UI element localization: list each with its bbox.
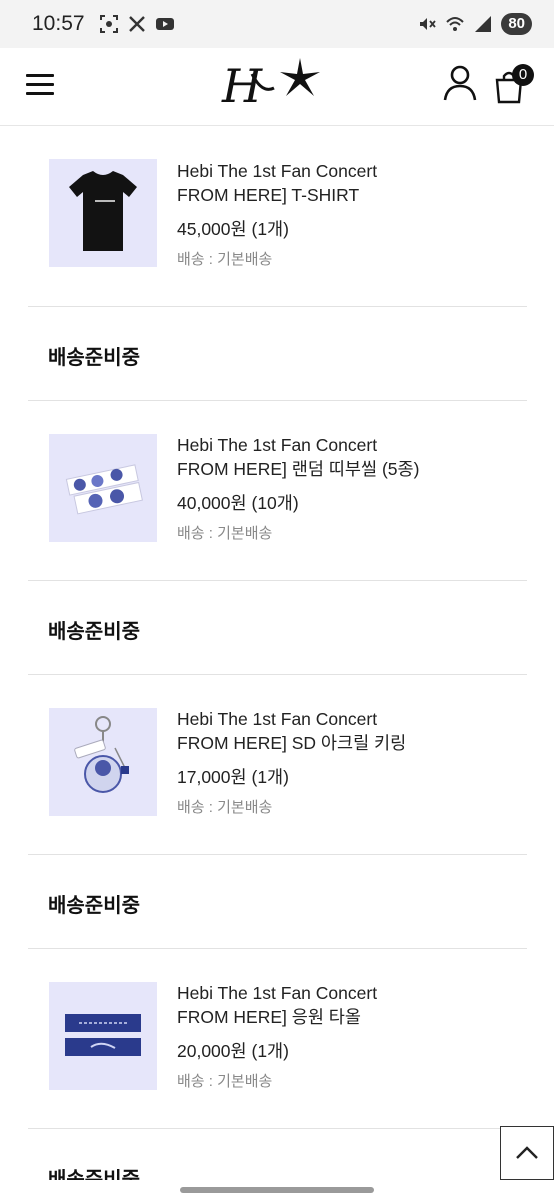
order-status-label: 배송준비중 [48,347,140,369]
chevron-up-icon [516,1146,538,1159]
product-price: 40,000원 (10개) [177,493,299,513]
product-title[interactable]: Hebi The 1st Fan Concert FROM HERE] 응원 타… [177,981,517,1029]
cart-button[interactable]: 0 [494,64,534,104]
product-price: 20,000원 (1개) [177,1041,289,1061]
order-status-label: 배송준비중 [48,895,140,917]
divider [28,854,527,855]
menu-icon-bar [26,74,54,77]
menu-icon-bar [26,92,54,95]
product-title[interactable]: Hebi The 1st Fan Concert FROM HERE] 랜덤 띠… [177,433,517,481]
divider [28,1128,527,1129]
towel-image [65,1014,141,1056]
divider [28,674,527,675]
wifi-icon [446,17,465,31]
battery-level: 80 [501,13,532,35]
product-title[interactable]: Hebi The 1st Fan Concert FROM HERE] SD 아… [177,707,517,755]
divider [28,306,527,307]
divider [28,400,527,401]
system-nav-bar [0,1180,554,1200]
home-gesture-handle[interactable] [180,1187,374,1193]
status-bar: 10:57 80 [0,0,554,48]
product-title-line2: FROM HERE] SD 아크릴 키링 [177,733,407,753]
shipping-method: 배송 : 기본배송 [177,525,273,542]
x-icon [128,16,145,32]
product-title-line1: Hebi The 1st Fan Concert [177,983,378,1003]
product-title-line2: FROM HERE] 응원 타올 [177,1007,361,1027]
product-price: 45,000원 (1개) [177,219,289,239]
product-title-line1: Hebi The 1st Fan Concert [177,161,378,181]
screenshot-icon [99,15,118,33]
tshirt-image [69,171,137,251]
status-icons-left [99,14,175,34]
product-title[interactable]: Hebi The 1st Fan Concert FROM HERE] T-SH… [177,159,517,207]
menu-icon-bar [26,83,54,86]
order-status-label: 배송준비중 [48,621,140,643]
cart-count-badge: 0 [512,64,534,86]
scroll-to-top-button[interactable] [500,1126,554,1180]
product-title-line2: FROM HERE] T-SHIRT [177,185,360,205]
stickers-image [65,464,143,515]
product-thumbnail-tshirt[interactable] [49,159,157,267]
divider [28,948,527,949]
product-thumbnail-stickers[interactable] [49,434,157,542]
mute-icon [420,18,437,30]
product-title-line2: FROM HERE] 랜덤 띠부씰 (5종) [177,459,420,479]
status-time: 10:57 [32,12,85,35]
product-price: 17,000원 (1개) [177,767,289,787]
status-icons-right: 80 [417,13,532,35]
menu-button[interactable] [26,70,56,100]
user-icon[interactable] [442,64,478,102]
product-title-line1: Hebi The 1st Fan Concert [177,435,378,455]
site-header: H 0 [0,48,554,126]
keyring-image [74,716,129,793]
shipping-method: 배송 : 기본배송 [177,251,273,268]
signal-icon [475,16,492,32]
shipping-method: 배송 : 기본배송 [177,799,273,816]
shipping-method: 배송 : 기본배송 [177,1073,273,1090]
brand-logo[interactable]: H [216,54,332,114]
product-title-line1: Hebi The 1st Fan Concert [177,709,378,729]
product-thumbnail-towel[interactable] [49,982,157,1090]
divider [28,580,527,581]
youtube-icon [155,18,174,30]
logo-letter: H [221,59,263,113]
product-thumbnail-keyring[interactable] [49,708,157,816]
